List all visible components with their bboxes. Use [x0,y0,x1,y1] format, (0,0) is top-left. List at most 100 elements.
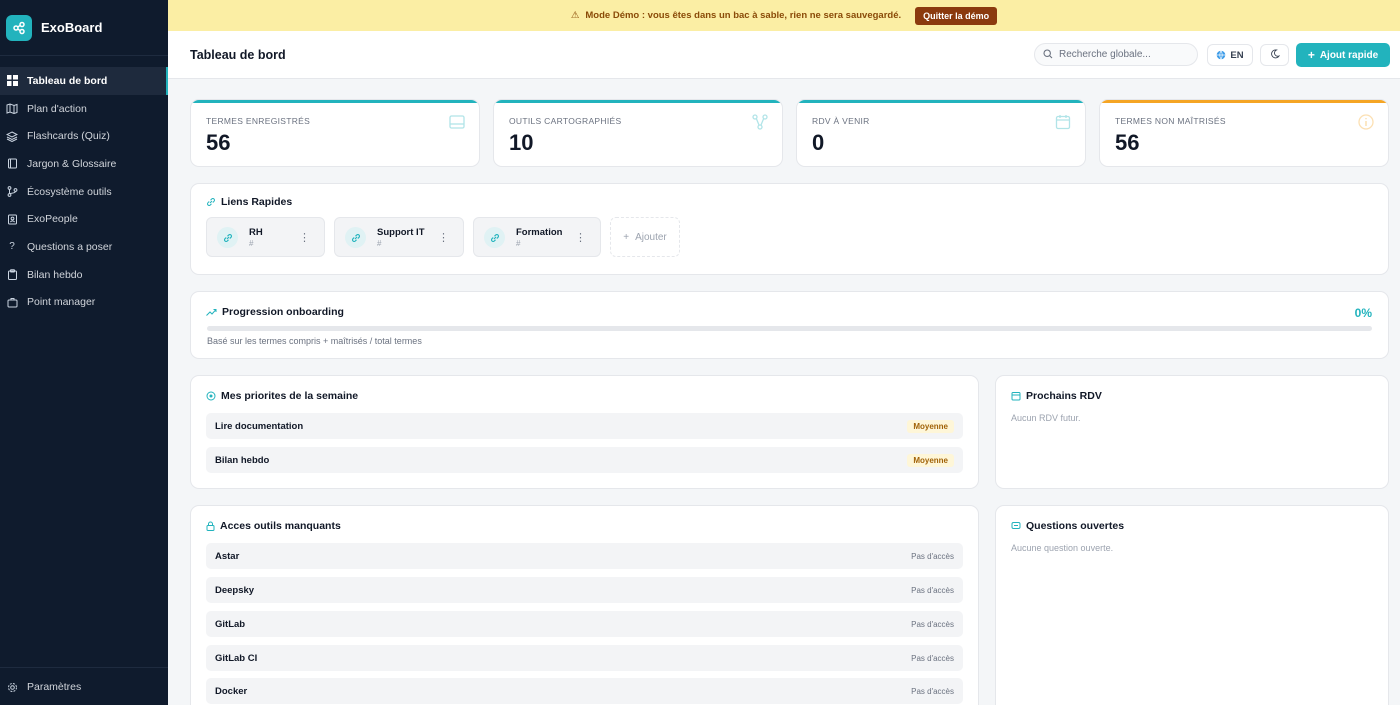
book-icon [6,158,18,170]
info-icon [1358,114,1374,130]
missing-tools-title: Acces outils manquants [206,520,341,532]
stat-value: 56 [1115,130,1140,155]
access-status: Pas d'accès [911,686,954,696]
rdv-empty-note: Aucun RDV futur. [1011,413,1081,423]
plus-icon: + [1307,48,1315,62]
demo-banner-text: Mode Démo : vous êtes dans un bac à sabl… [585,10,902,21]
layers-icon [6,130,18,142]
sidebar-item-weekly-review[interactable]: Bilan hebdo [0,261,168,289]
link-icon [217,227,238,248]
sidebar-item-label: Flashcards (Quiz) [27,130,110,143]
tool-row[interactable]: GitLab Pas d'accès [206,611,963,637]
brand[interactable]: ExoBoard [0,0,168,56]
quick-add-label: Ajout rapide [1319,49,1379,61]
link-icon [484,227,505,248]
more-vertical-icon[interactable]: ⋮ [575,231,586,244]
sidebar-item-label: Plan d'action [27,102,87,115]
moon-icon [1270,46,1280,64]
globe-icon [1216,50,1226,60]
priorities-title: Mes priorites de la semaine [206,390,358,402]
page-title: Tableau de bord [190,47,286,62]
brand-logo-icon [6,14,32,41]
trending-up-icon [206,308,217,317]
progress-percent: 0% [1354,306,1372,320]
global-search[interactable] [1034,43,1198,66]
demo-banner: ⚠ Mode Démo : vous êtes dans un bac à sa… [168,0,1400,31]
quick-link-name: Formation [516,227,563,238]
open-questions-card: Questions ouvertes Aucune question ouver… [995,505,1389,705]
contact-book-icon [6,213,18,225]
priority-row[interactable]: Bilan hebdo Moyenne [206,447,963,473]
link-icon [345,227,366,248]
stat-label: OUTILS CARTOGRAPHIÉS [509,116,622,126]
sidebar-item-label: Paramètres [27,681,82,693]
quick-links-card: Liens Rapides RH # ⋮ Support IT # ⋮ Form… [190,183,1389,275]
gear-icon [6,681,18,693]
sidebar: ExoBoard Tableau de bord Plan d'action F… [0,0,168,705]
tool-label: GitLab CI [215,652,258,664]
sidebar-item-label: Jargon & Glossaire [27,157,117,170]
sidebar-item-label: ExoPeople [27,213,78,226]
quick-link-name: Support IT [377,227,425,238]
sidebar-item-flashcards[interactable]: Flashcards (Quiz) [0,122,168,150]
calendar-icon [1011,391,1021,401]
quick-link-support-it[interactable]: Support IT # ⋮ [334,217,464,257]
tool-row[interactable]: Astar Pas d'accès [206,543,963,569]
sidebar-footer: Paramètres [0,667,168,705]
tool-label: GitLab [215,618,246,630]
access-status: Pas d'accès [911,585,954,595]
stat-card-tools: OUTILS CARTOGRAPHIÉS 10 [493,99,783,167]
sidebar-item-questions[interactable]: ? Questions a poser [0,233,168,261]
map-icon [6,103,18,115]
target-icon [206,391,216,401]
quick-link-url: # [249,239,254,248]
theme-toggle-button[interactable] [1260,44,1289,66]
quick-link-rh[interactable]: RH # ⋮ [206,217,325,257]
sidebar-item-label: Point manager [27,296,96,309]
upcoming-rdv-card: Prochains RDV Aucun RDV futur. [995,375,1389,489]
quick-add-button[interactable]: + Ajout rapide [1296,43,1390,67]
sidebar-item-dashboard[interactable]: Tableau de bord [0,67,168,95]
more-vertical-icon[interactable]: ⋮ [299,231,310,244]
sidebar-item-label: Questions a poser [27,240,113,253]
add-quick-link-button[interactable]: + Ajouter [610,217,680,257]
sidebar-nav: Tableau de bord Plan d'action Flashcards… [0,67,168,316]
tool-label: Deepsky [215,584,255,596]
stat-card-rdv: RDV À VENIR 0 [796,99,1086,167]
priority-row[interactable]: Lire documentation Moyenne [206,413,963,439]
warning-icon: ⚠ [570,10,580,21]
quick-link-name: RH [249,227,263,238]
top-header: Tableau de bord EN + Ajout rapide [168,31,1400,79]
more-vertical-icon[interactable]: ⋮ [438,231,449,244]
stat-value: 56 [206,130,231,155]
sidebar-item-manager-meeting[interactable]: Point manager [0,289,168,317]
priority-label: Bilan hebdo [215,454,270,466]
progress-bar [207,326,1372,331]
question-mark-icon: ? [9,241,15,253]
stat-label: TERMES ENREGISTRÉS [206,116,311,126]
stat-value: 10 [509,130,534,155]
plus-icon: + [623,231,630,243]
sidebar-item-exopeople[interactable]: ExoPeople [0,205,168,233]
rdv-title: Prochains RDV [1011,390,1102,402]
briefcase-icon [6,296,18,308]
tool-row[interactable]: Deepsky Pas d'accès [206,577,963,603]
exit-demo-button[interactable]: Quitter la démo [915,6,998,25]
lock-icon [206,521,215,531]
sidebar-item-tools-ecosystem[interactable]: Écosystème outils [0,178,168,206]
quick-link-formation[interactable]: Formation # ⋮ [473,217,601,257]
access-status: Pas d'accès [911,653,954,663]
sidebar-item-settings[interactable]: Paramètres [0,668,168,705]
questions-empty-note: Aucune question ouverte. [1011,543,1114,553]
language-label: EN [1230,49,1244,61]
search-input[interactable] [1059,49,1189,60]
stat-value: 0 [812,130,825,155]
quick-link-url: # [377,239,382,248]
sidebar-item-action-plan[interactable]: Plan d'action [0,95,168,123]
access-status: Pas d'accès [911,619,954,629]
sidebar-item-glossary[interactable]: Jargon & Glossaire [0,150,168,178]
tool-row[interactable]: Docker Pas d'accès [206,678,963,704]
stat-label: RDV À VENIR [812,116,870,126]
tool-row[interactable]: GitLab CI Pas d'accès [206,645,963,671]
language-button[interactable]: EN [1207,44,1253,66]
